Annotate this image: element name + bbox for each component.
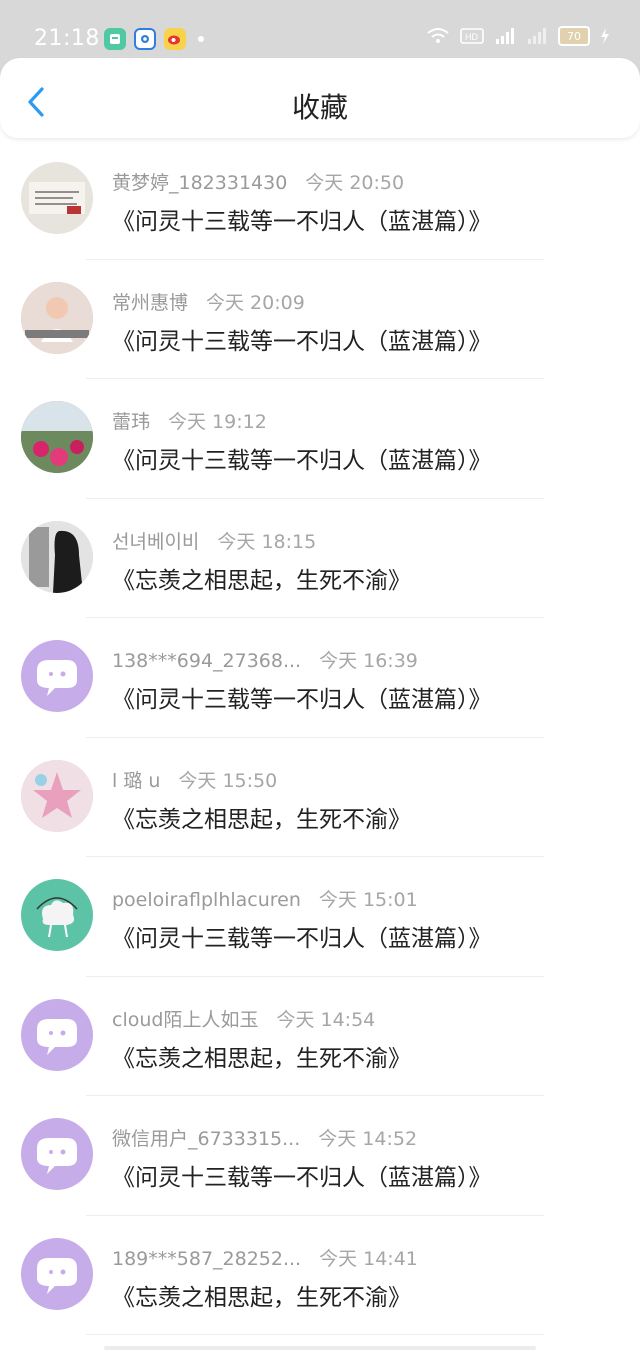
book-title: 《忘羡之相思起，生死不渝》 bbox=[112, 1045, 411, 1072]
app-header: 收藏 bbox=[0, 58, 640, 138]
book-title: 《问灵十三载等一不归人（蓝湛篇）》 bbox=[112, 448, 492, 474]
status-time: 21:18 bbox=[34, 26, 100, 51]
book-title: 《问灵十三载等一不归人（蓝湛篇）》 bbox=[112, 1165, 492, 1191]
charging-icon bbox=[600, 27, 610, 45]
list-item[interactable]: 蕾玮 今天 19:12 《问灵十三载等一不归人（蓝湛篇）》 bbox=[0, 379, 640, 499]
hd-icon: HD bbox=[460, 27, 484, 45]
avatar[interactable] bbox=[21, 879, 93, 951]
avatar[interactable] bbox=[21, 520, 93, 593]
user-meta: 138***694_27368... 今天 16:39 bbox=[112, 646, 418, 672]
avatar[interactable] bbox=[21, 401, 93, 473]
user-name: 常州惠博 bbox=[112, 291, 189, 314]
wifi-icon bbox=[426, 27, 450, 45]
avatar[interactable] bbox=[21, 998, 93, 1071]
user-meta: cloud陌上人如玉 今天 14:54 bbox=[112, 1005, 375, 1031]
user-name: 138***694_27368... bbox=[112, 650, 302, 672]
list-item[interactable]: cloud陌上人如玉 今天 14:54 《忘羡之相思起，生死不渝》 bbox=[0, 977, 640, 1096]
user-name: 蕾玮 bbox=[112, 411, 151, 433]
timestamp: 今天 16:39 bbox=[319, 650, 418, 672]
timestamp: 今天 18:15 bbox=[217, 530, 317, 553]
timestamp: 今天 14:52 bbox=[318, 1128, 418, 1150]
timestamp: 今天 14:54 bbox=[276, 1008, 376, 1031]
divider bbox=[86, 1334, 544, 1335]
list-item[interactable]: 189***587_28252... 今天 14:41 《忘羡之相思起，生死不渝》 bbox=[0, 1216, 640, 1335]
user-meta: poeloiraflplhlacuren 今天 15:01 bbox=[112, 885, 418, 911]
avatar[interactable] bbox=[21, 640, 93, 712]
user-meta: 선녀베이비 今天 18:15 bbox=[112, 527, 316, 553]
page-title: 收藏 bbox=[291, 91, 348, 124]
book-title: 《忘羡之相思起，生死不渝》 bbox=[112, 1284, 411, 1311]
timestamp: 今天 14:41 bbox=[319, 1247, 418, 1270]
book-title: 《忘羡之相思起，生死不渝》 bbox=[112, 567, 411, 594]
list-item[interactable]: 微信用户_6733315... 今天 14:52 《问灵十三载等一不归人（蓝湛篇）… bbox=[0, 1096, 640, 1216]
book-title: 《问灵十三载等一不归人（蓝湛篇）》 bbox=[112, 926, 492, 952]
browser-app-icon bbox=[134, 28, 156, 50]
avatar[interactable] bbox=[21, 1237, 93, 1310]
bottom-handle bbox=[104, 1346, 536, 1350]
user-meta: 189***587_28252... 今天 14:41 bbox=[112, 1244, 418, 1270]
notification-app-icon bbox=[104, 28, 126, 50]
book-title: 《问灵十三载等一不归人（蓝湛篇）》 bbox=[112, 209, 492, 235]
list-item[interactable]: 138***694_27368... 今天 16:39 《问灵十三载等一不归人（蓝… bbox=[0, 618, 640, 738]
weibo-icon bbox=[164, 28, 186, 50]
avatar[interactable] bbox=[21, 162, 93, 234]
user-meta: 蕾玮 今天 19:12 bbox=[112, 407, 267, 433]
battery-icon: 70 bbox=[558, 26, 590, 46]
list-item[interactable]: 常州惠博 今天 20:09 《问灵十三载等一不归人（蓝湛篇）》 bbox=[0, 260, 640, 379]
book-title: 《忘羡之相思起，生死不渝》 bbox=[112, 806, 411, 833]
user-name: l 璐 u bbox=[112, 769, 161, 792]
avatar[interactable] bbox=[21, 281, 93, 354]
favorites-list: 黄梦婷_182331430 今天 20:50 《问灵十三载等一不归人（蓝湛篇）》 … bbox=[0, 140, 640, 1335]
status-app-icons bbox=[104, 28, 204, 50]
user-meta: 常州惠博 今天 20:09 bbox=[112, 288, 305, 314]
svg-text:HD: HD bbox=[465, 32, 478, 42]
4g-signal-icon bbox=[494, 27, 516, 45]
list-item[interactable]: 선녀베이비 今天 18:15 《忘羡之相思起，生死不渝》 bbox=[0, 499, 640, 618]
dot-icon bbox=[198, 36, 204, 42]
timestamp: 今天 15:01 bbox=[318, 889, 418, 911]
user-name: cloud陌上人如玉 bbox=[112, 1008, 259, 1031]
list-item[interactable]: poeloiraflplhlacuren 今天 15:01 《问灵十三载等一不归人… bbox=[0, 857, 640, 977]
user-name: 微信用户_6733315... bbox=[112, 1128, 301, 1150]
user-meta: l 璐 u 今天 15:50 bbox=[112, 766, 277, 792]
user-name: 선녀베이비 bbox=[112, 530, 200, 553]
status-right-icons: HD 70 bbox=[426, 26, 610, 46]
book-title: 《问灵十三载等一不归人（蓝湛篇）》 bbox=[112, 687, 492, 713]
avatar[interactable] bbox=[21, 759, 93, 832]
user-meta: 黄梦婷_182331430 今天 20:50 bbox=[112, 168, 404, 194]
user-name: 189***587_28252... bbox=[112, 1247, 302, 1270]
book-title: 《问灵十三载等一不归人（蓝湛篇）》 bbox=[112, 328, 492, 355]
user-name: 黄梦婷_182331430 bbox=[112, 172, 288, 194]
list-item[interactable]: l 璐 u 今天 15:50 《忘羡之相思起，生死不渝》 bbox=[0, 738, 640, 857]
signal-icon bbox=[526, 27, 548, 45]
list-item[interactable]: 黄梦婷_182331430 今天 20:50 《问灵十三载等一不归人（蓝湛篇）》 bbox=[0, 140, 640, 260]
timestamp: 今天 19:12 bbox=[168, 411, 267, 433]
user-meta: 微信用户_6733315... 今天 14:52 bbox=[112, 1124, 417, 1150]
timestamp: 今天 20:09 bbox=[206, 291, 305, 314]
timestamp: 今天 20:50 bbox=[305, 172, 405, 194]
timestamp: 今天 15:50 bbox=[178, 769, 278, 792]
avatar[interactable] bbox=[21, 1118, 93, 1190]
user-name: poeloiraflplhlacuren bbox=[112, 889, 301, 911]
